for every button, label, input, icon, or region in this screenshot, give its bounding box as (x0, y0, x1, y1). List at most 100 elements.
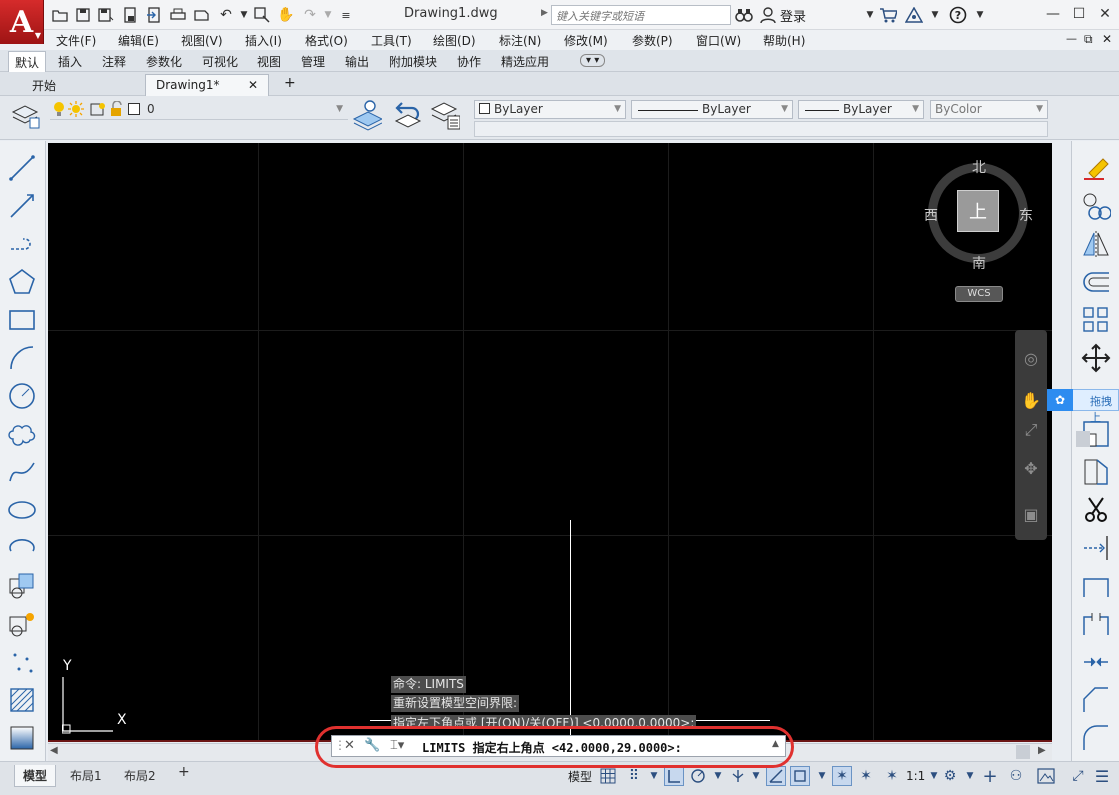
ribbon-minimize-toggle-icon[interactable]: ▾ ▾ (580, 54, 606, 67)
menu-modify[interactable]: 修改(M) (564, 32, 608, 49)
ribbon-tab-default[interactable]: 默认 (8, 51, 47, 73)
undo-icon[interactable]: ↶ (216, 5, 236, 25)
steering-wheel-icon[interactable]: ◎ (1019, 346, 1043, 370)
ribbon-tab-featured-apps[interactable]: 精选应用 (501, 53, 549, 70)
redo-icon[interactable]: ↷ (300, 5, 320, 25)
drawing-canvas[interactable]: Y X 上 北 南 东 西 WCS ◎ ✋ ⤢ ✥ ▣ 命令: LIMITS 重… (48, 143, 1052, 741)
close-icon[interactable]: ✕ (1092, 4, 1118, 24)
compass-north[interactable]: 北 (972, 157, 986, 177)
osnap-dropdown-icon[interactable]: ▼ (812, 766, 832, 786)
save-as-icon[interactable] (96, 5, 116, 25)
search-expand-icon[interactable]: ▶ (541, 8, 548, 18)
trim-tool-icon[interactable] (1078, 495, 1114, 525)
menu-format[interactable]: 格式(O) (305, 32, 348, 49)
redo-dropdown-icon[interactable]: ▼ (318, 5, 338, 25)
recent-commands-icon[interactable]: ⌶▾ (390, 738, 404, 753)
orbit-icon[interactable]: ✥ (1019, 456, 1043, 480)
arc-tool-icon[interactable] (5, 343, 39, 373)
ribbon-tab-collaborate[interactable]: 协作 (457, 53, 481, 70)
layout-tab-layout1[interactable]: 布局1 (62, 765, 110, 786)
print-icon[interactable] (168, 5, 188, 25)
cart-icon[interactable] (878, 5, 898, 25)
close-command-line-icon[interactable]: ✕ (344, 738, 355, 753)
login-link[interactable]: 登录 (780, 6, 806, 25)
compass-south[interactable]: 南 (972, 253, 986, 273)
help-icon[interactable]: ? (948, 5, 968, 25)
auto-scale-icon[interactable]: ✶ (856, 766, 876, 786)
showmotion-icon[interactable]: ▣ (1019, 502, 1043, 526)
zoom-window-icon[interactable] (252, 5, 272, 25)
new-tab-button[interactable]: + (274, 72, 306, 94)
menu-draw[interactable]: 绘图(D) (433, 32, 476, 49)
open-folder-icon[interactable] (50, 5, 70, 25)
annotation-monitor-icon[interactable]: + (980, 766, 1000, 787)
hatch-tool-icon[interactable] (5, 685, 39, 715)
command-prompt-text[interactable]: LIMITS 指定右上角点 <42.0000,29.0000>: (422, 739, 682, 756)
gradient-tool-icon[interactable] (5, 723, 39, 753)
copy-tool-icon[interactable] (1078, 191, 1114, 221)
workspace-dropdown-icon[interactable]: ▼ (960, 766, 980, 786)
full-screen-icon[interactable]: ⤢ (1068, 766, 1088, 786)
ribbon-tab-parametric[interactable]: 参数化 (146, 53, 182, 70)
ribbon-tab-visualize[interactable]: 可视化 (202, 53, 238, 70)
object-snap-tracking-icon[interactable] (766, 766, 786, 786)
line-tool-icon[interactable] (5, 153, 39, 183)
file-tab-drawing1[interactable]: Drawing1* ✕ (145, 74, 269, 96)
annotation-scale-value[interactable]: 1:1 (906, 769, 925, 783)
ribbon-tab-output[interactable]: 输出 (345, 53, 369, 70)
infer-constraints-icon[interactable] (664, 766, 684, 786)
point-tool-icon[interactable] (5, 647, 39, 677)
plot-icon[interactable] (192, 5, 212, 25)
ellipse-arc-tool-icon[interactable] (5, 533, 39, 563)
match-layer-icon[interactable] (430, 100, 460, 130)
layer-previous-icon[interactable] (392, 100, 422, 130)
ribbon-tab-annotate[interactable]: 注释 (102, 53, 126, 70)
pan-hand-icon[interactable]: ✋ (1019, 388, 1043, 412)
mdi-close-icon[interactable]: ✕ (1102, 32, 1112, 46)
customization-menu-icon[interactable]: ☰ (1092, 766, 1112, 786)
mdi-minimize-icon[interactable]: — (1066, 32, 1077, 45)
create-block-tool-icon[interactable] (5, 609, 39, 639)
isodraft-icon[interactable] (728, 766, 748, 786)
break-at-point-tool-icon[interactable] (1078, 571, 1114, 601)
ribbon-tab-view[interactable]: 视图 (257, 53, 281, 70)
ellipse-tool-icon[interactable] (5, 495, 39, 525)
chamfer-tool-icon[interactable] (1078, 685, 1114, 715)
erase-tool-icon[interactable] (1078, 151, 1114, 181)
isodraft-dropdown-icon[interactable]: ▼ (746, 766, 766, 786)
baidu-netdisk-icon[interactable]: ✿ (1047, 389, 1073, 411)
viewcube-top-face[interactable]: 上 (957, 190, 999, 232)
menu-view[interactable]: 视图(V) (181, 32, 223, 49)
user-icon[interactable] (758, 5, 778, 25)
spline-tool-icon[interactable] (5, 457, 39, 487)
fillet-tool-icon[interactable] (1078, 723, 1114, 753)
ribbon-tab-addins[interactable]: 附加模块 (389, 53, 437, 70)
hardware-acceleration-icon[interactable] (1036, 766, 1056, 786)
stretch-tool-icon[interactable] (1078, 457, 1114, 487)
web-mobile-icon[interactable] (120, 5, 140, 25)
file-tab-start[interactable]: 开始 (22, 74, 144, 96)
maximize-icon[interactable]: ☐ (1066, 4, 1092, 24)
mirror-tool-icon[interactable] (1078, 229, 1114, 259)
construction-line-tool-icon[interactable] (5, 191, 39, 221)
move-tool-icon[interactable] (1078, 343, 1114, 373)
layout-tab-model[interactable]: 模型 (14, 765, 57, 787)
ribbon-tab-insert[interactable]: 插入 (58, 53, 82, 70)
menu-help[interactable]: 帮助(H) (763, 32, 805, 49)
model-space-toggle[interactable]: 模型 (568, 768, 592, 785)
menu-file[interactable]: 文件(F) (56, 32, 96, 49)
extend-tool-icon[interactable] (1078, 533, 1114, 563)
circle-tool-icon[interactable] (5, 381, 39, 411)
layout-tab-layout2[interactable]: 布局2 (116, 765, 164, 786)
layer-properties-icon[interactable] (10, 100, 40, 130)
undo-dropdown-icon[interactable]: ▼ (234, 5, 254, 25)
polar-dropdown-icon[interactable]: ▼ (708, 766, 728, 786)
zoom-extents-icon[interactable]: ⤢ (1019, 418, 1043, 442)
menu-parametric[interactable]: 参数(P) (632, 32, 673, 49)
customize-wrench-icon[interactable]: 🔧 (364, 738, 380, 753)
save-icon[interactable] (73, 5, 93, 25)
revision-cloud-tool-icon[interactable] (5, 419, 39, 449)
workspace-gear-icon[interactable]: ⚙ (940, 766, 960, 786)
join-tool-icon[interactable] (1078, 647, 1114, 677)
palette-scroll-thumb[interactable] (1076, 431, 1090, 447)
